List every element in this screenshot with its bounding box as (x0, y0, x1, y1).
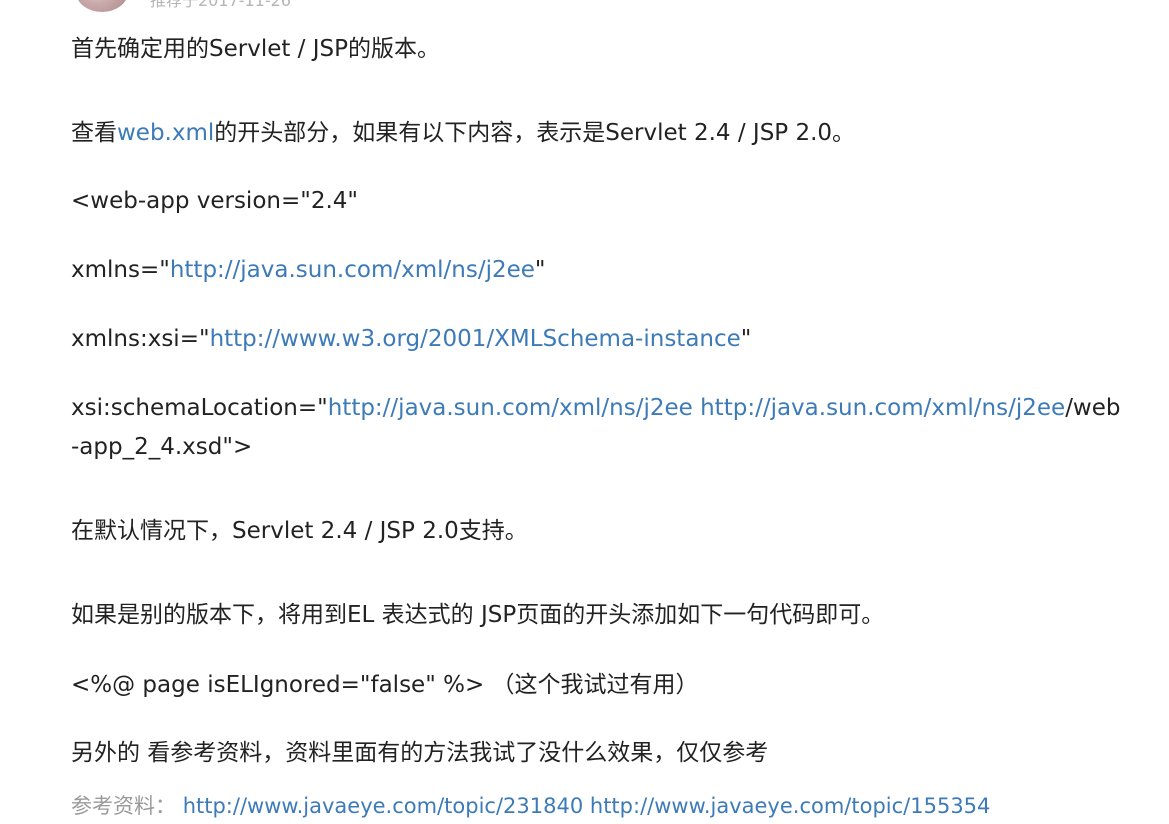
paragraph-other-version: 如果是别的版本下，将用到EL 表达式的 JSP页面的开头添加如下一句代码即可。 (71, 602, 885, 628)
paragraph-references-note: 另外的 看参考资料，资料里面有的方法我试了没什么效果，仅仅参考 (71, 740, 769, 766)
code-schema-location-continued: -app_2_4.xsd"> (71, 434, 253, 460)
paragraph-webxml-prefix: 查看 (71, 120, 117, 146)
references-label: 参考资料： (71, 794, 176, 818)
paragraph-version-intro: 首先确定用的Servlet / JSP的版本。 (71, 36, 440, 62)
schema-location-link-2[interactable]: http://java.sun.com/xml/ns/j2ee (700, 395, 1065, 421)
avatar[interactable] (76, 0, 128, 12)
paragraph-default-support: 在默认情况下，Servlet 2.4 / JSP 2.0支持。 (71, 518, 528, 544)
references-line: 参考资料： http://www.javaeye.com/topic/23184… (71, 787, 990, 824)
code-xmlns-xsi-suffix: " (740, 326, 752, 352)
code-xmlns-suffix: " (534, 257, 546, 283)
schema-location-link-1[interactable]: http://java.sun.com/xml/ns/j2ee (328, 395, 693, 421)
code-page-directive: <%@ page isELIgnored="false" %> （这个我试过有用… (71, 672, 699, 698)
paragraph-webxml: 查看web.xml的开头部分，如果有以下内容，表示是Servlet 2.4 / … (71, 114, 855, 152)
code-web-app-version: <web-app version="2.4" (71, 188, 358, 214)
code-xmlns-prefix: xmlns=" (71, 257, 170, 283)
answer-meta-date: 推荐于2017-11-26 (150, 0, 291, 10)
code-schema-location-prefix: xsi:schemaLocation=" (71, 395, 328, 421)
reference-link-1[interactable]: http://www.javaeye.com/topic/231840 (183, 794, 584, 818)
xmlschema-instance-link[interactable]: http://www.w3.org/2001/XMLSchema-instanc… (210, 326, 741, 352)
code-xmlns: xmlns="http://java.sun.com/xml/ns/j2ee" (71, 251, 546, 289)
paragraph-webxml-suffix: 的开头部分，如果有以下内容，表示是Servlet 2.4 / JSP 2.0。 (214, 120, 856, 146)
code-xmlns-xsi: xmlns:xsi="http://www.w3.org/2001/XMLSch… (71, 320, 751, 358)
code-xmlns-xsi-prefix: xmlns:xsi=" (71, 326, 210, 352)
code-schema-location-suffix: /web (1065, 395, 1121, 421)
code-schema-location: xsi:schemaLocation="http://java.sun.com/… (71, 389, 1121, 427)
j2ee-namespace-link[interactable]: http://java.sun.com/xml/ns/j2ee (170, 257, 535, 283)
reference-link-2[interactable]: http://www.javaeye.com/topic/155354 (590, 794, 991, 818)
webxml-link[interactable]: web.xml (117, 120, 214, 146)
